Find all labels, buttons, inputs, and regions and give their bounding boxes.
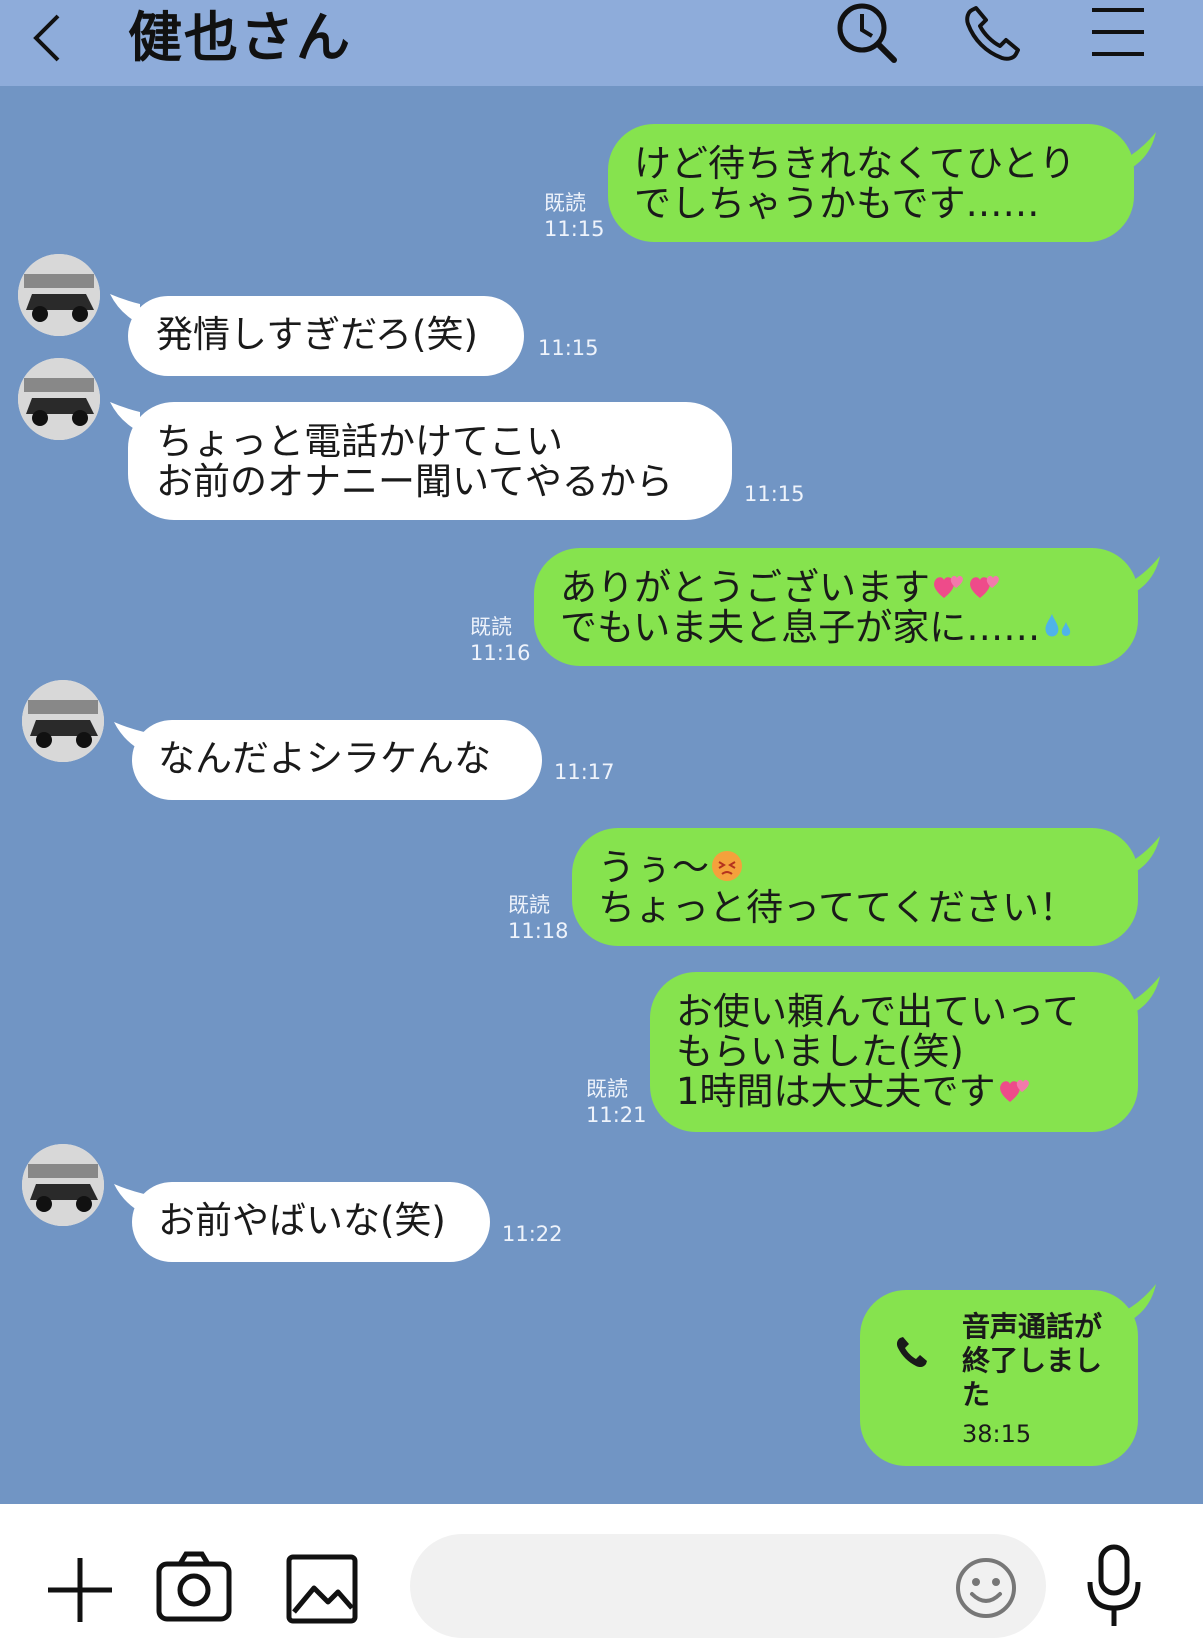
hamburger-menu-icon[interactable] (1090, 6, 1146, 58)
message-meta: 既読 11:16 (470, 614, 531, 666)
two-hearts-icon (934, 575, 963, 598)
message-text-line: 1時間は大丈夫です (676, 1072, 1138, 1112)
read-label: 既読 (470, 615, 512, 639)
avatar[interactable] (18, 358, 100, 440)
message-input-bar (0, 1504, 1203, 1650)
message-text: お前やばいな(笑) (158, 1199, 446, 1242)
phone-icon[interactable] (962, 4, 1022, 64)
message-bubble-outgoing[interactable]: うぅ〜 ちょっと待っててください！ (572, 828, 1138, 946)
sweat-droplets-icon (1045, 614, 1071, 637)
message-text-line: でもいま夫と息子が家に…… (560, 608, 1138, 648)
avatar[interactable] (22, 1144, 104, 1226)
message-time: 11:17 (554, 760, 615, 784)
two-hearts-icon (970, 575, 999, 598)
message-input[interactable] (410, 1534, 1046, 1638)
message-time: 11:15 (538, 336, 599, 360)
call-duration: 38:15 (962, 1420, 1032, 1448)
message-text-line: うぅ〜 (598, 848, 1138, 888)
plus-icon[interactable] (46, 1556, 114, 1624)
avatar[interactable] (18, 254, 100, 336)
message-bubble-incoming[interactable]: なんだよシラケんな (132, 720, 542, 800)
phone-icon (896, 1337, 927, 1368)
message-time: 11:15 (544, 217, 605, 241)
chat-title: 健也さん (128, 6, 352, 69)
message-meta: 既読 11:21 (586, 1076, 647, 1128)
avatar[interactable] (22, 680, 104, 762)
message-bubble-outgoing[interactable]: お使い頼んで出ていって もらいました(笑) 1時間は大丈夫です (650, 972, 1138, 1132)
message-time: 11:16 (470, 641, 531, 665)
call-status-text: 音声通話が 終了しまし た (962, 1310, 1103, 1411)
camera-icon[interactable] (156, 1550, 232, 1622)
search-clock-icon[interactable] (836, 2, 898, 66)
chevron-left-icon[interactable] (28, 10, 68, 66)
message-bubble-incoming[interactable]: お前やばいな(笑) (132, 1182, 490, 1262)
two-hearts-icon (999, 1079, 1029, 1102)
message-time: 11:18 (508, 919, 569, 943)
read-label: 既読 (544, 191, 586, 215)
message-text-line: もらいました(笑) (676, 1030, 964, 1073)
message-text-line: ちょっと待っててください！ (598, 886, 1077, 929)
smiley-icon[interactable] (954, 1556, 1018, 1620)
read-label: 既読 (508, 893, 550, 917)
message-bubble-outgoing[interactable]: ありがとうございます でもいま夫と息子が家に…… (534, 548, 1138, 666)
message-meta: 既読 11:18 (508, 892, 569, 944)
message-text: 発情しすぎだろ(笑) (156, 313, 478, 356)
message-text-line: ありがとうございます (560, 568, 1138, 608)
message-time: 11:21 (586, 1103, 647, 1127)
chat-header: 健也さん (0, 0, 1203, 86)
image-icon[interactable] (286, 1554, 358, 1624)
angry-face-icon (712, 851, 742, 881)
microphone-icon[interactable] (1084, 1544, 1144, 1628)
call-ended-bubble[interactable]: 音声通話が 終了しまし た 38:15 (860, 1290, 1138, 1466)
message-text-line: お使い頼んで出ていって (676, 990, 1080, 1033)
message-text: ちょっと電話かけてこい お前のオナニー聞いてやるから (156, 420, 673, 503)
message-time: 11:15 (744, 482, 805, 506)
message-text: なんだよシラケんな (158, 737, 491, 780)
read-label: 既読 (586, 1077, 628, 1101)
message-meta: 既読 11:15 (544, 190, 605, 242)
message-bubble-outgoing[interactable]: けど待ちきれなくてひとり でしちゃうかもです…… (608, 124, 1134, 242)
message-bubble-incoming[interactable]: 発情しすぎだろ(笑) (128, 296, 524, 376)
message-list[interactable]: 既読 11:15 けど待ちきれなくてひとり でしちゃうかもです…… 発情しすぎだ… (0, 86, 1203, 1504)
message-time: 11:22 (502, 1222, 563, 1246)
message-text: けど待ちきれなくてひとり でしちゃうかもです…… (634, 142, 1076, 225)
message-bubble-incoming[interactable]: ちょっと電話かけてこい お前のオナニー聞いてやるから (128, 402, 732, 520)
